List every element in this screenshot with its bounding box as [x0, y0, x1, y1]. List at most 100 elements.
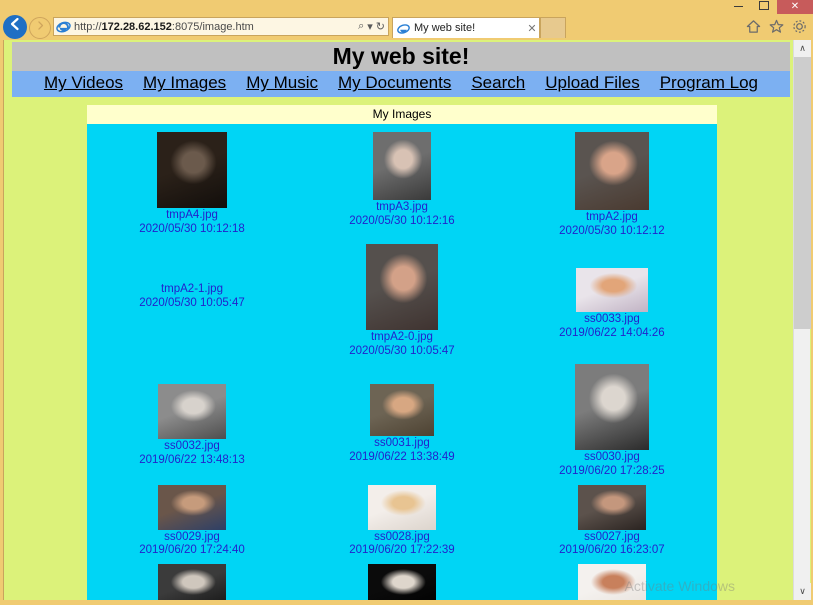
title-bar: ✕: [0, 0, 813, 14]
gallery-item: ss0024.jpg2019/06/20 15:45:19: [507, 562, 717, 600]
url-scheme: http://: [74, 20, 102, 33]
image-filename-link[interactable]: ss0031.jpg: [299, 437, 505, 451]
thumbnail-image[interactable]: [577, 563, 646, 600]
image-filename-link[interactable]: ss0029.jpg: [89, 531, 295, 545]
image-timestamp: 2019/06/20 17:22:39: [349, 544, 455, 557]
gallery-item: tmpA2.jpg 2020/05/30 10:12:12: [507, 130, 717, 242]
thumbnail-image[interactable]: [157, 484, 226, 530]
nav-search[interactable]: Search: [471, 73, 525, 92]
thumbnail-link[interactable]: [509, 132, 715, 211]
image-filename-link[interactable]: tmpA3.jpg: [299, 201, 505, 215]
home-icon[interactable]: [746, 19, 761, 34]
thumbnail-link[interactable]: [299, 132, 505, 201]
thumbnail-link[interactable]: [509, 484, 715, 530]
thumbnail-link[interactable]: [509, 364, 715, 451]
thumbnail-link[interactable]: [299, 244, 505, 331]
nav-my-videos[interactable]: My Videos: [44, 73, 123, 92]
image-filename-link[interactable]: tmpA2-0.jpg: [299, 331, 505, 345]
gallery-item: tmpA3.jpg 2020/05/30 10:12:16: [297, 130, 507, 242]
forward-arrow-icon: [37, 21, 43, 30]
image-caption: tmpA2-0.jpg 2020/05/30 10:05:47: [299, 331, 505, 358]
scroll-down-button[interactable]: ∨: [794, 583, 811, 600]
thumbnail-image[interactable]: [369, 384, 434, 437]
tab-strip: My web site! ✕: [392, 17, 566, 38]
thumbnail-image[interactable]: [367, 563, 436, 600]
image-timestamp: 2020/05/30 10:12:12: [559, 224, 665, 237]
image-filename-link[interactable]: tmpA2.jpg: [509, 211, 715, 225]
thumbnail-image[interactable]: [575, 268, 648, 313]
nav-program-log[interactable]: Program Log: [660, 73, 758, 92]
gallery-row: ss0032.jpg 2019/06/22 13:48:13 ss0031.jpg 2…: [87, 362, 717, 482]
chevron-down-icon[interactable]: ▾: [367, 20, 373, 33]
gallery-item: ss0033.jpg 2019/06/22 14:04:26: [507, 242, 717, 362]
thumbnail-link[interactable]: [89, 484, 295, 530]
gallery-item: tmpA2-1.jpg 2020/05/30 10:05:47: [87, 242, 297, 362]
image-filename-link[interactable]: ss0028.jpg: [299, 531, 505, 545]
thumbnail-image[interactable]: [365, 244, 438, 331]
image-caption: tmpA3.jpg 2020/05/30 10:12:16: [299, 201, 505, 228]
thumbnail-link[interactable]: [509, 563, 715, 600]
window-maximize-button[interactable]: [751, 0, 777, 14]
url-text: http://172.28.62.152:8075/image.htm: [74, 21, 355, 33]
thumbnail-link[interactable]: [89, 132, 295, 209]
image-filename-link[interactable]: tmpA4.jpg: [89, 209, 295, 223]
thumbnail-image[interactable]: [156, 132, 227, 209]
thumbnail-link[interactable]: [89, 563, 295, 600]
thumbnail-link[interactable]: [89, 384, 295, 440]
gallery-item: ss0030.jpg 2019/06/20 17:28:25: [507, 362, 717, 482]
scroll-up-button[interactable]: ∧: [794, 40, 811, 57]
back-button[interactable]: [3, 15, 27, 39]
image-filename-link[interactable]: tmpA2-1.jpg: [89, 283, 295, 297]
gallery-item: ss0027.jpg 2019/06/20 16:23:07: [507, 483, 717, 562]
thumbnail-image[interactable]: [157, 384, 226, 440]
new-tab-button[interactable]: [540, 17, 566, 38]
tab-my-web-site[interactable]: My web site! ✕: [392, 17, 540, 38]
page-scrollbar[interactable]: ∧ ∨: [793, 40, 811, 600]
image-timestamp: 2019/06/20 17:24:40: [139, 544, 245, 557]
favorites-star-icon[interactable]: [769, 19, 784, 34]
site-navigation: My Videos My Images My Music My Documents Se…: [12, 71, 790, 98]
image-caption: ss0030.jpg 2019/06/20 17:28:25: [509, 451, 715, 478]
thumbnail-link[interactable]: [299, 384, 505, 437]
forward-button[interactable]: [29, 17, 51, 39]
window-close-button[interactable]: ✕: [777, 0, 813, 14]
internet-explorer-icon: [56, 21, 71, 33]
toolbar-right-icons: [746, 19, 807, 34]
web-page: My web site! My Videos My Images My Music M…: [4, 40, 795, 600]
thumbnail-image[interactable]: [157, 563, 226, 600]
image-filename-link[interactable]: ss0032.jpg: [89, 440, 295, 454]
thumbnail-image[interactable]: [372, 132, 431, 201]
thumbnail-link[interactable]: [299, 484, 505, 530]
nav-my-images[interactable]: My Images: [143, 73, 226, 92]
window-minimize-button[interactable]: [725, 0, 751, 14]
address-bar[interactable]: http://172.28.62.152:8075/image.htm ⌕ ▾ …: [53, 17, 389, 36]
thumbnail-link[interactable]: [299, 563, 505, 600]
page-title: My web site!: [12, 42, 790, 72]
image-gallery: tmpA4.jpg 2020/05/30 10:12:18 tmpA3.jpg 202…: [87, 124, 717, 600]
thumbnail-image[interactable]: [574, 132, 649, 211]
image-caption: ss0028.jpg 2019/06/20 17:22:39: [299, 531, 505, 558]
thumbnail-image[interactable]: [577, 484, 646, 530]
image-filename-link[interactable]: ss0030.jpg: [509, 451, 715, 465]
thumbnail-link[interactable]: [509, 268, 715, 313]
tab-close-icon[interactable]: ✕: [525, 22, 539, 35]
gallery-item: ss0032.jpg 2019/06/22 13:48:13: [87, 362, 297, 482]
scrollbar-thumb[interactable]: [794, 57, 811, 329]
nav-my-documents[interactable]: My Documents: [338, 73, 451, 92]
gallery-item: ss0029.jpg 2019/06/20 17:24:40: [87, 483, 297, 562]
section-title: My Images: [87, 105, 717, 125]
image-caption: ss0033.jpg 2019/06/22 14:04:26: [509, 313, 715, 340]
search-icon[interactable]: ⌕: [358, 20, 364, 33]
image-filename-link[interactable]: ss0033.jpg: [509, 313, 715, 327]
image-caption: tmpA2.jpg 2020/05/30 10:12:12: [509, 211, 715, 238]
thumbnail-image[interactable]: [574, 364, 649, 451]
internet-explorer-icon: [397, 23, 410, 34]
thumbnail-image[interactable]: [367, 484, 436, 530]
image-filename-link[interactable]: ss0027.jpg: [509, 531, 715, 545]
image-timestamp: 2019/06/20 17:28:25: [559, 464, 665, 477]
gallery-item: ss0031.jpg 2019/06/22 13:38:49: [297, 362, 507, 482]
refresh-icon[interactable]: ↻: [376, 20, 385, 33]
settings-gear-icon[interactable]: [792, 19, 807, 34]
nav-upload-files[interactable]: Upload Files: [545, 73, 640, 92]
nav-my-music[interactable]: My Music: [246, 73, 318, 92]
